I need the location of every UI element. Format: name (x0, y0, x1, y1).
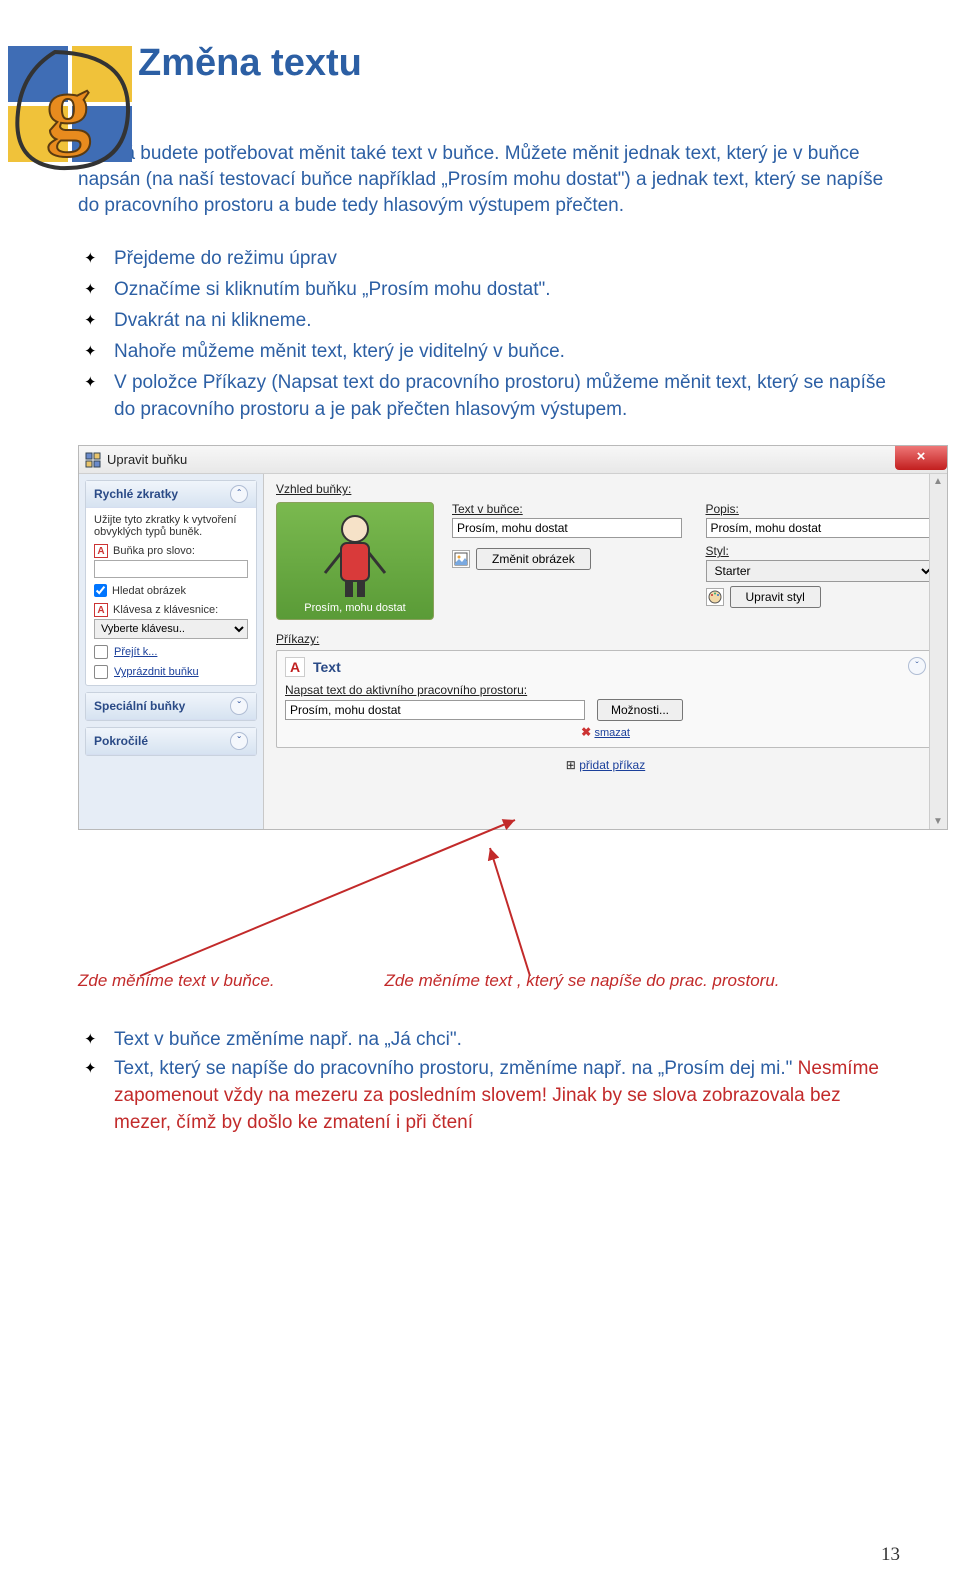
sidebar-quick-label: Rychlé zkratky (94, 487, 178, 501)
command-sublabel: Napsat text do aktivního pracovního pros… (285, 683, 926, 697)
caption-left: Zde měníme text v buňce. (78, 971, 275, 991)
commands-label: Příkazy: (276, 632, 935, 646)
chevron-down-icon: ˇ (230, 732, 248, 750)
person-icon (277, 513, 433, 599)
keyboard-key-label: Klávesa z klávesnice: (113, 604, 218, 616)
options-button[interactable]: Možnosti... (597, 699, 683, 721)
letter-a-icon: A (94, 544, 108, 558)
change-image-button[interactable]: Změnit obrázek (476, 548, 591, 570)
cell-text-input[interactable] (452, 518, 682, 538)
list-item: Nahoře můžeme měnit text, který je vidit… (78, 339, 900, 366)
letter-a-icon: A (285, 657, 305, 677)
description-input[interactable] (706, 518, 936, 538)
edit-style-button[interactable]: Upravit styl (730, 586, 821, 608)
goto-link[interactable]: Přejít k... (94, 645, 248, 659)
annotation-arrows (70, 818, 950, 988)
plus-icon: ⊞ (566, 758, 576, 772)
appearance-label: Vzhled buňky: (276, 482, 935, 496)
delete-command-link[interactable]: smazat (594, 727, 629, 739)
command-box: ˇ A Text Napsat text do aktivního pracov… (276, 650, 935, 748)
search-image-label: Hledat obrázek (112, 585, 186, 597)
chevron-up-icon: ˆ (230, 485, 248, 503)
list-item: Přejdeme do režimu úprav (78, 246, 900, 273)
vertical-scrollbar[interactable] (929, 474, 947, 829)
delete-x-icon: ✖ (581, 725, 591, 739)
palette-icon (706, 588, 724, 606)
add-command-link[interactable]: přidat příkaz (579, 758, 645, 772)
sidebar-section-quick[interactable]: Rychlé zkratky ˆ (86, 481, 256, 508)
command-title: Text (313, 659, 341, 675)
cell-preview: Prosím, mohu dostat (276, 502, 434, 620)
search-image-checkbox[interactable] (94, 584, 107, 597)
chevron-down-icon: ˇ (230, 697, 248, 715)
letter-a-icon: A (94, 603, 108, 617)
cell-text-label: Text v buňce: (452, 502, 682, 516)
list-item: V položce Příkazy (Napsat text do pracov… (78, 370, 900, 424)
dialog-main: Vzhled buňky: Prosím, mohu dostat (264, 474, 947, 829)
dialog-sidebar: Rychlé zkratky ˆ Užijte tyto zkratky k v… (79, 474, 264, 829)
list-item: Text v buňce změníme např. na „Já chci". (78, 1027, 900, 1054)
sidebar-advanced-label: Pokročilé (94, 734, 148, 748)
list-item: Text, který se napíše do pracovního pros… (78, 1056, 900, 1137)
dialog-title: Upravit buňku (107, 452, 187, 467)
keyboard-key-select[interactable]: Vyberte klávesu.. (94, 619, 248, 639)
style-select[interactable]: Starter (706, 560, 936, 582)
sidebar-special-label: Speciální buňky (94, 699, 185, 713)
empty-cell-link[interactable]: Vyprázdnit buňku (94, 665, 248, 679)
app-logo: g (0, 42, 155, 182)
dialog-titlebar: Upravit buňku (79, 446, 947, 474)
page-title: Změna textu (138, 42, 900, 85)
bullet-list-1: Přejdeme do režimu úprav Označíme si kli… (78, 246, 900, 424)
intro-paragraph: Možná budete potřebovat měnit také text … (78, 141, 900, 220)
dialog-screenshot: Upravit buňku × Rychlé zkratky ˆ Užijte … (78, 445, 948, 830)
cell-preview-caption: Prosím, mohu dostat (304, 602, 406, 614)
sidebar-section-special[interactable]: Speciální buňky ˇ (86, 693, 256, 720)
caption-right: Zde měníme text , který se napíše do pra… (385, 971, 780, 991)
bullet-list-2: Text v buňce změníme např. na „Já chci".… (78, 1027, 900, 1137)
quick-desc: Užijte tyto zkratky k vytvoření obvyklýc… (94, 514, 248, 538)
close-button[interactable]: × (895, 446, 947, 470)
empty-icon (94, 665, 108, 679)
goto-icon (94, 645, 108, 659)
list-item: Označíme si kliknutím buňku „Prosím mohu… (78, 277, 900, 304)
word-cell-input[interactable] (94, 560, 248, 578)
command-text-input[interactable] (285, 700, 585, 720)
window-grid-icon (85, 452, 101, 468)
description-label: Popis: (706, 502, 936, 516)
style-label: Styl: (706, 544, 936, 558)
svg-text:g: g (46, 58, 91, 157)
word-cell-label: Buňka pro slovo: (113, 545, 195, 557)
list-item: Dvakrát na ni klikneme. (78, 308, 900, 335)
page-number: 13 (881, 1544, 900, 1566)
image-icon (452, 550, 470, 568)
annotation-captions: Zde měníme text v buňce. Zde měníme text… (78, 971, 900, 991)
sidebar-section-advanced[interactable]: Pokročilé ˇ (86, 728, 256, 755)
